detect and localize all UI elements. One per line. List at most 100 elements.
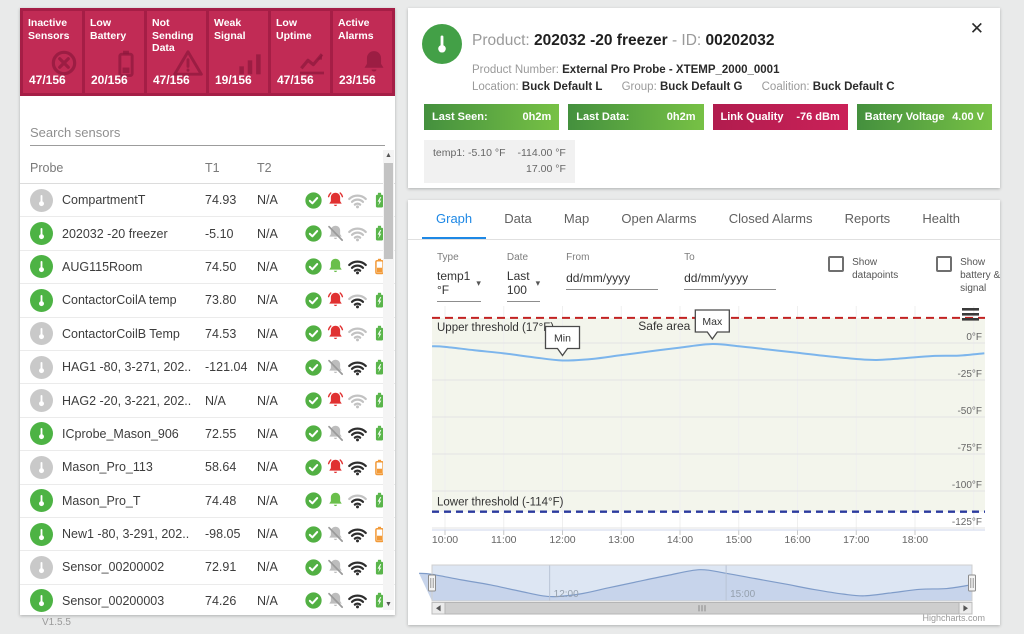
sensor-status-icons xyxy=(303,524,390,545)
sensor-row[interactable]: Sensor_0020000374.26N/A xyxy=(20,585,395,615)
badge-label: Link Quality xyxy=(721,111,784,123)
ok-icon xyxy=(303,423,324,444)
navigator-handle[interactable] xyxy=(969,575,976,591)
ok-check-icon xyxy=(303,190,324,211)
badge-link-quality: Link Quality-76 dBm xyxy=(713,104,848,130)
badge-label: Battery Voltage xyxy=(865,111,945,123)
search-input[interactable] xyxy=(30,120,385,146)
lower-threshold-label: Lower threshold (-114°F) xyxy=(437,497,564,509)
sensor-row[interactable]: 202032 -20 freezer-5.10N/A xyxy=(20,217,395,250)
sensor-status-icons xyxy=(303,390,390,411)
wifi-signal-icon xyxy=(347,323,368,344)
stat-tile-weak-signal[interactable]: Weak Signal19/156 xyxy=(209,11,268,93)
show-battery-signal-checkbox[interactable] xyxy=(936,256,952,272)
app-version: V1.5.5 xyxy=(42,617,71,628)
stat-tile-low-uptime[interactable]: Low Uptime47/156 xyxy=(271,11,330,93)
sensor-t1-value: 74.53 xyxy=(205,327,257,341)
to-date-input[interactable] xyxy=(684,271,776,290)
stat-tile-inactive-sensors[interactable]: Inactive Sensors47/156 xyxy=(23,11,82,93)
sensor-t2-value: N/A xyxy=(257,494,303,508)
scroll-up-icon[interactable]: ▲ xyxy=(383,150,394,161)
sensor-t1-value: 74.26 xyxy=(205,594,257,608)
sensor-row[interactable]: CompartmentT74.93N/A xyxy=(20,184,395,217)
x-axis-label: 14:00 xyxy=(667,534,693,546)
sensor-rows: CompartmentT74.93N/A202032 -20 freezer-5… xyxy=(20,184,395,615)
stat-label: Not Sending Data xyxy=(152,17,201,55)
stat-label: Inactive Sensors xyxy=(28,17,77,42)
highcharts-credit[interactable]: Highcharts.com xyxy=(922,613,985,623)
ok-icon xyxy=(303,490,324,511)
safe-area-label: Safe area xyxy=(638,319,690,333)
badge-value: 0h2m xyxy=(523,111,552,123)
sensor-status-icons xyxy=(303,223,390,244)
ok-icon xyxy=(303,557,324,578)
tab-reports[interactable]: Reports xyxy=(831,200,905,239)
stat-label: Low Uptime xyxy=(276,17,325,42)
date-select[interactable]: Date Last 100▾ xyxy=(507,252,540,302)
chart-menu-icon[interactable] xyxy=(962,313,979,316)
list-scrollbar[interactable]: ▲ ▼ xyxy=(383,150,394,610)
sensor-name: Sensor_00200002 xyxy=(62,560,205,574)
sensor-t2-value: N/A xyxy=(257,293,303,307)
ok-icon xyxy=(303,290,324,311)
sensor-row[interactable]: AUG115Room74.50N/A xyxy=(20,251,395,284)
sensor-row[interactable]: New1 -80, 3-291, 202..-98.05N/A xyxy=(20,518,395,551)
tab-graph[interactable]: Graph xyxy=(422,200,486,239)
sensor-row[interactable]: Sensor_0020000272.91N/A xyxy=(20,551,395,584)
ok-icon xyxy=(303,223,324,244)
ok-icon xyxy=(303,457,324,478)
column-probe: Probe xyxy=(30,161,205,175)
probe-thermometer-icon xyxy=(30,556,53,579)
sensor-list-panel: Inactive Sensors47/156Low Battery20/156N… xyxy=(20,8,395,615)
sensor-name: Mason_Pro_T xyxy=(62,494,205,508)
alarm-bell-icon xyxy=(325,290,346,311)
show-datapoints-checkbox[interactable] xyxy=(828,256,844,272)
ok-icon xyxy=(303,590,324,611)
type-select[interactable]: Type temp1 °F▾ xyxy=(437,252,481,302)
sensor-t2-value: N/A xyxy=(257,193,303,207)
sensor-t2-value: N/A xyxy=(257,594,303,608)
wifi-icon xyxy=(347,390,368,411)
sensor-row[interactable]: HAG1 -80, 3-271, 202..-121.04N/A xyxy=(20,351,395,384)
y-axis-label: -75°F xyxy=(957,443,982,454)
navigator-handle[interactable] xyxy=(429,575,436,591)
ok-check-icon xyxy=(303,223,324,244)
close-icon[interactable]: ✕ xyxy=(970,20,984,37)
sensor-t1-value: 74.48 xyxy=(205,494,257,508)
scroll-down-icon[interactable]: ▼ xyxy=(383,599,394,610)
sensor-row[interactable]: Mason_Pro_T74.48N/A xyxy=(20,485,395,518)
thermometer-icon xyxy=(33,292,50,309)
scrollbar-thumb[interactable] xyxy=(384,163,393,259)
sensor-row[interactable]: HAG2 -20, 3-221, 202..N/AN/A xyxy=(20,384,395,417)
sensor-row[interactable]: Mason_Pro_11358.64N/A xyxy=(20,451,395,484)
sensor-status-icons xyxy=(303,423,390,444)
thermometer-icon xyxy=(33,325,50,342)
tab-health[interactable]: Health xyxy=(908,200,974,239)
sensor-t1-value: 73.80 xyxy=(205,293,257,307)
tab-open-alarms[interactable]: Open Alarms xyxy=(607,200,710,239)
alarm-bell-icon xyxy=(325,557,346,578)
tab-closed-alarms[interactable]: Closed Alarms xyxy=(715,200,827,239)
tab-data[interactable]: Data xyxy=(490,200,545,239)
navigator-time-label: 15:00 xyxy=(730,589,755,600)
wifi-signal-icon xyxy=(347,190,368,211)
sensor-name: CompartmentT xyxy=(62,193,205,207)
sensor-row[interactable]: ContactorCoilB Temp74.53N/A xyxy=(20,318,395,351)
sensor-t2-value: N/A xyxy=(257,527,303,541)
y-axis-label: -25°F xyxy=(957,369,982,380)
from-date-input[interactable] xyxy=(566,271,658,290)
ok-icon xyxy=(303,256,324,277)
from-date-field: From xyxy=(566,252,658,290)
chart-menu-icon[interactable] xyxy=(962,308,979,311)
stat-tile-not-sending-data[interactable]: Not Sending Data47/156 xyxy=(147,11,206,93)
stat-tile-low-battery[interactable]: Low Battery20/156 xyxy=(85,11,144,93)
graph-panel: GraphDataMapOpen AlarmsClosed AlarmsRepo… xyxy=(408,200,1000,625)
chart-menu-icon[interactable] xyxy=(962,318,979,321)
tab-map[interactable]: Map xyxy=(550,200,603,239)
sensor-row[interactable]: ICprobe_Mason_90672.55N/A xyxy=(20,418,395,451)
alarm-bell-icon xyxy=(325,423,346,444)
sensor-row[interactable]: ContactorCoilA temp73.80N/A xyxy=(20,284,395,317)
temp-current: temp1: -5.10 °F xyxy=(433,145,505,178)
stat-tile-active-alarms[interactable]: Active Alarms23/156 xyxy=(333,11,392,93)
sensor-status-icons xyxy=(303,190,390,211)
